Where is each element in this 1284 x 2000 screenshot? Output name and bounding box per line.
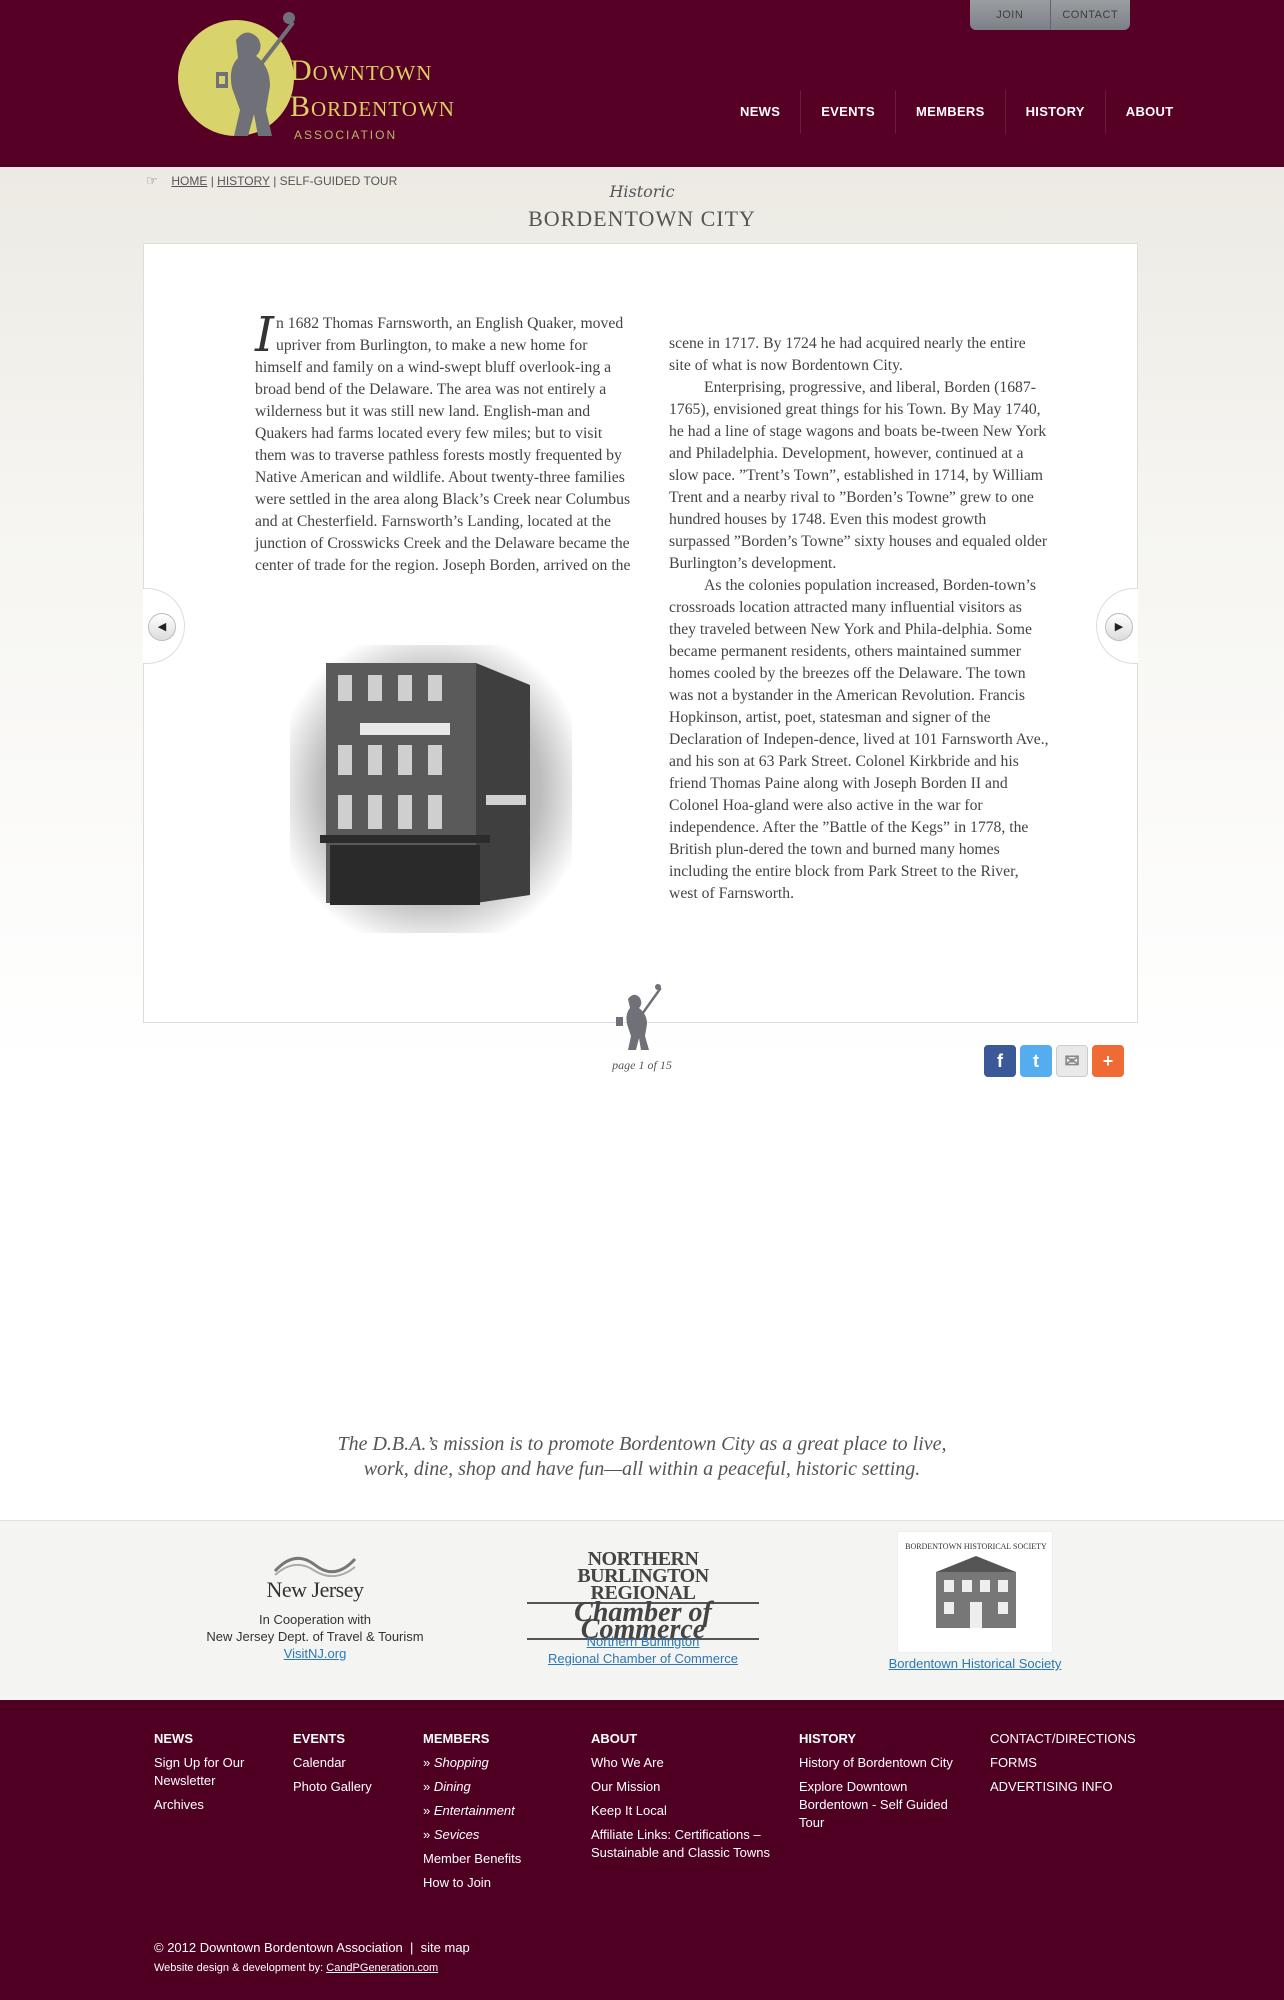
top-utility-links: JOIN CONTACT xyxy=(970,0,1130,30)
nav-events[interactable]: EVENTS xyxy=(800,90,895,134)
twitter-icon[interactable]: t xyxy=(1020,1045,1052,1077)
article-paragraph: In 1682 Thomas Farnsworth, an English Qu… xyxy=(255,307,631,574)
article-paragraph: scene in 1717. By 1724 he had acquired n… xyxy=(669,335,1026,374)
nav-members[interactable]: MEMBERS xyxy=(895,90,1005,134)
logo-text-association: ASSOCIATION xyxy=(294,128,398,142)
share-buttons: f t ✉ + xyxy=(984,1045,1124,1077)
nav-about[interactable]: ABOUT xyxy=(1104,90,1194,134)
footer-heading[interactable]: NEWS xyxy=(154,1730,264,1748)
designer-link[interactable]: CandPGeneration.com xyxy=(326,1962,438,1974)
page-title-script: Historic xyxy=(609,182,675,201)
lamplighter-icon xyxy=(616,984,662,1050)
historic-building-photo xyxy=(290,645,572,933)
footer-link[interactable]: Sign Up for Our Newsletter xyxy=(154,1754,264,1790)
drop-cap: I xyxy=(255,307,274,363)
mission-statement: The D.B.A.’s mission is to promote Borde… xyxy=(0,1432,1284,1482)
footer-column-history: HISTORY History of Bordentown City Explo… xyxy=(799,1730,974,1838)
footer-link[interactable]: Affiliate Links: Certifications – Sustai… xyxy=(591,1826,781,1862)
nav-history[interactable]: HISTORY xyxy=(1004,90,1105,134)
building-illustration xyxy=(320,663,530,905)
footer-link[interactable]: Keep It Local xyxy=(591,1802,781,1820)
copyright-line: © 2012 Downtown Bordentown Association |… xyxy=(154,1940,470,1955)
partner-caption: In Cooperation with xyxy=(258,1612,371,1627)
footer-link[interactable]: CONTACT/DIRECTIONS xyxy=(990,1730,1150,1748)
join-link[interactable]: JOIN xyxy=(970,0,1050,30)
footer-link[interactable]: Explore Downtown Bordentown - Self Guide… xyxy=(799,1778,974,1832)
article-paragraph: Enterprising, progressive, and liberal, … xyxy=(669,379,1048,572)
footer-link[interactable]: Entertainment xyxy=(423,1802,563,1820)
footer-heading[interactable]: HISTORY xyxy=(799,1730,974,1748)
email-icon[interactable]: ✉ xyxy=(1056,1045,1088,1077)
footer-link[interactable]: Dining xyxy=(423,1778,563,1796)
article-column-left: In 1682 Thomas Farnsworth, an English Qu… xyxy=(255,307,635,577)
footer-link[interactable]: ADVERTISING INFO xyxy=(990,1778,1150,1796)
contact-link[interactable]: CONTACT xyxy=(1049,0,1131,30)
article-column-right: scene in 1717. By 1724 he had acquired n… xyxy=(669,333,1049,905)
credits-label: Website design & development by: xyxy=(154,1962,324,1974)
partners-section: New Jersey In Cooperation with New Jerse… xyxy=(0,1520,1284,1700)
mission-line: work, dine, shop and have fun—all within… xyxy=(363,1458,921,1480)
footer-column-news: NEWS Sign Up for Our Newsletter Archives xyxy=(154,1730,264,1820)
site-header: Downtown Bordentown ASSOCIATION JOIN CON… xyxy=(0,0,1284,167)
site-footer: NEWS Sign Up for Our Newsletter Archives… xyxy=(0,1700,1284,2000)
footer-column-members: MEMBERS Shopping Dining Entertainment Se… xyxy=(423,1730,563,1898)
footer-link[interactable]: How to Join xyxy=(423,1874,563,1892)
historical-society-link[interactable]: Bordentown Historical Society xyxy=(889,1656,1062,1671)
partner-chamber: NORTHERN BURLINGTON REGIONAL Chamber of … xyxy=(508,1521,778,1667)
footer-column-contact: CONTACT/DIRECTIONS FORMS ADVERTISING INF… xyxy=(990,1730,1150,1802)
historical-society-logo[interactable]: BORDENTOWN HISTORICAL SOCIETY xyxy=(897,1531,1053,1653)
footer-link[interactable]: FORMS xyxy=(990,1754,1150,1772)
nav-news[interactable]: NEWS xyxy=(720,90,800,134)
chamber-logo[interactable]: NORTHERN BURLINGTON REGIONAL Chamber of … xyxy=(527,1549,759,1644)
partner-visitnj: New Jersey In Cooperation with New Jerse… xyxy=(190,1521,440,1662)
logo-text-bordentown: Bordentown xyxy=(290,90,455,123)
arrow-right-icon[interactable]: ▶ xyxy=(1105,613,1133,641)
footer-link[interactable]: Who We Are xyxy=(591,1754,781,1772)
footer-link[interactable]: Photo Gallery xyxy=(293,1778,403,1796)
copyright-text: © 2012 Downtown Bordentown Association xyxy=(154,1940,403,1955)
credits-line: Website design & development by: CandPGe… xyxy=(154,1962,438,1974)
footer-link[interactable]: History of Bordentown City xyxy=(799,1754,974,1772)
visitnj-link[interactable]: VisitNJ.org xyxy=(284,1646,347,1661)
footer-column-about: ABOUT Who We Are Our Mission Keep It Loc… xyxy=(591,1730,781,1868)
arrow-left-icon[interactable]: ◀ xyxy=(148,613,176,641)
facebook-icon[interactable]: f xyxy=(984,1045,1016,1077)
footer-heading[interactable]: ABOUT xyxy=(591,1730,781,1748)
footer-column-events: EVENTS Calendar Photo Gallery xyxy=(293,1730,403,1802)
main-nav: NEWS EVENTS MEMBERS HISTORY ABOUT xyxy=(720,90,1193,134)
partner-historical-society: BORDENTOWN HISTORICAL SOCIETY Bordentown… xyxy=(860,1521,1090,1672)
chamber-link[interactable]: Northern Burlington xyxy=(587,1634,700,1649)
footer-link[interactable]: Calendar xyxy=(293,1754,403,1772)
page-title: BORDENTOWN CITY xyxy=(528,206,756,231)
footer-link[interactable]: Member Benefits xyxy=(423,1850,563,1868)
sitemap-link[interactable]: site map xyxy=(421,1940,470,1955)
footer-separator: | xyxy=(410,1940,414,1955)
footer-heading[interactable]: EVENTS xyxy=(293,1730,403,1748)
logo-text-downtown: Downtown xyxy=(290,54,433,87)
footer-link[interactable]: Archives xyxy=(154,1796,264,1814)
nj-wave-icon xyxy=(273,1556,357,1578)
partner-caption: New Jersey Dept. of Travel & Tourism xyxy=(206,1629,424,1644)
chamber-link[interactable]: Regional Chamber of Commerce xyxy=(548,1651,738,1666)
footer-link[interactable]: Sevices xyxy=(423,1826,563,1844)
footer-heading[interactable]: MEMBERS xyxy=(423,1730,563,1748)
article-paragraph: As the colonies population increased, Bo… xyxy=(669,577,1049,902)
new-jersey-logo[interactable]: New Jersey xyxy=(255,1549,375,1605)
add-share-icon[interactable]: + xyxy=(1092,1045,1124,1077)
footer-link[interactable]: Shopping xyxy=(423,1754,563,1772)
site-logo[interactable]: Downtown Bordentown ASSOCIATION xyxy=(178,10,518,145)
footer-link[interactable]: Our Mission xyxy=(591,1778,781,1796)
mission-line: The D.B.A.’s mission is to promote Borde… xyxy=(337,1433,947,1455)
